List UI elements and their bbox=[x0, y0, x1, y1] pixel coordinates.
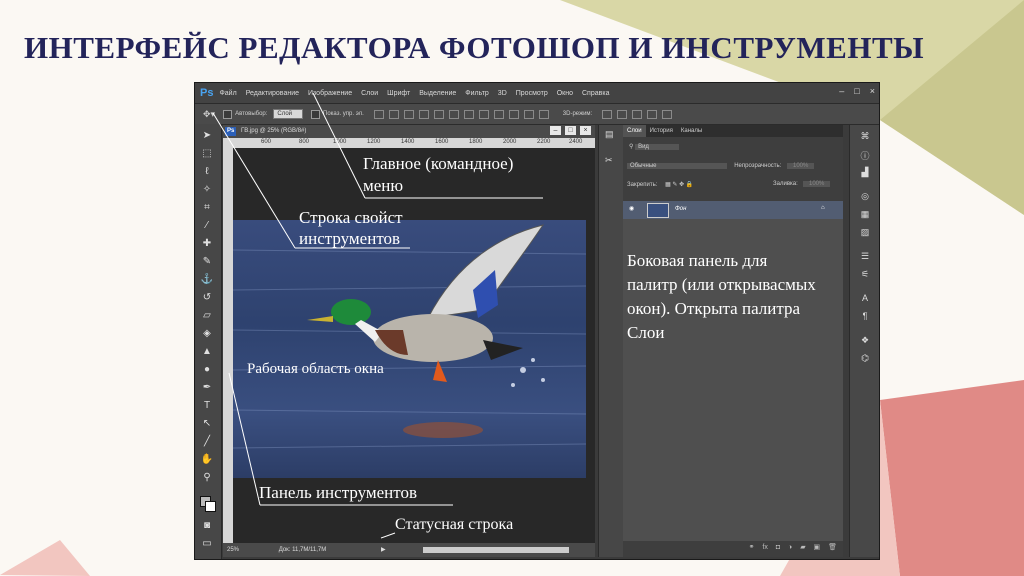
pink-triangle-left bbox=[0, 540, 90, 576]
annotation-main-menu-line1: Главное (командное) bbox=[363, 154, 514, 173]
annotation-main-menu-line2: меню bbox=[363, 176, 404, 195]
annotation-tools: Панель инструментов bbox=[259, 483, 418, 502]
annotation-side-line4: Слои bbox=[627, 323, 665, 342]
annotation-options-line2: инструментов bbox=[299, 229, 401, 248]
annotation-side-panel: Боковая панель для палитр (или открывасм… bbox=[627, 249, 816, 345]
rose-triangle-bottom bbox=[880, 380, 1024, 576]
photoshop-window: Ps Файл Редактирование Изображение Слои … bbox=[194, 82, 880, 560]
annotation-statusbar: Статусная строка bbox=[395, 516, 514, 533]
annotation-options-bar: Строка свойст инструментов bbox=[299, 207, 403, 249]
annotation-side-line2: палитр (или открывасмых bbox=[627, 275, 816, 294]
annotation-main-menu: Главное (командное) меню bbox=[363, 153, 513, 197]
annotation-workspace: Рабочая область окна bbox=[247, 361, 384, 377]
annotation-side-line3: окон). Открыта палитра bbox=[627, 299, 801, 318]
annotation-options-line1: Строка свойст bbox=[299, 208, 403, 227]
slide-title: ИНТЕРФЕЙС РЕДАКТОРА ФОТОШОП И ИНСТРУМЕНТ… bbox=[24, 30, 925, 65]
annotation-side-line1: Боковая панель для bbox=[627, 251, 768, 270]
